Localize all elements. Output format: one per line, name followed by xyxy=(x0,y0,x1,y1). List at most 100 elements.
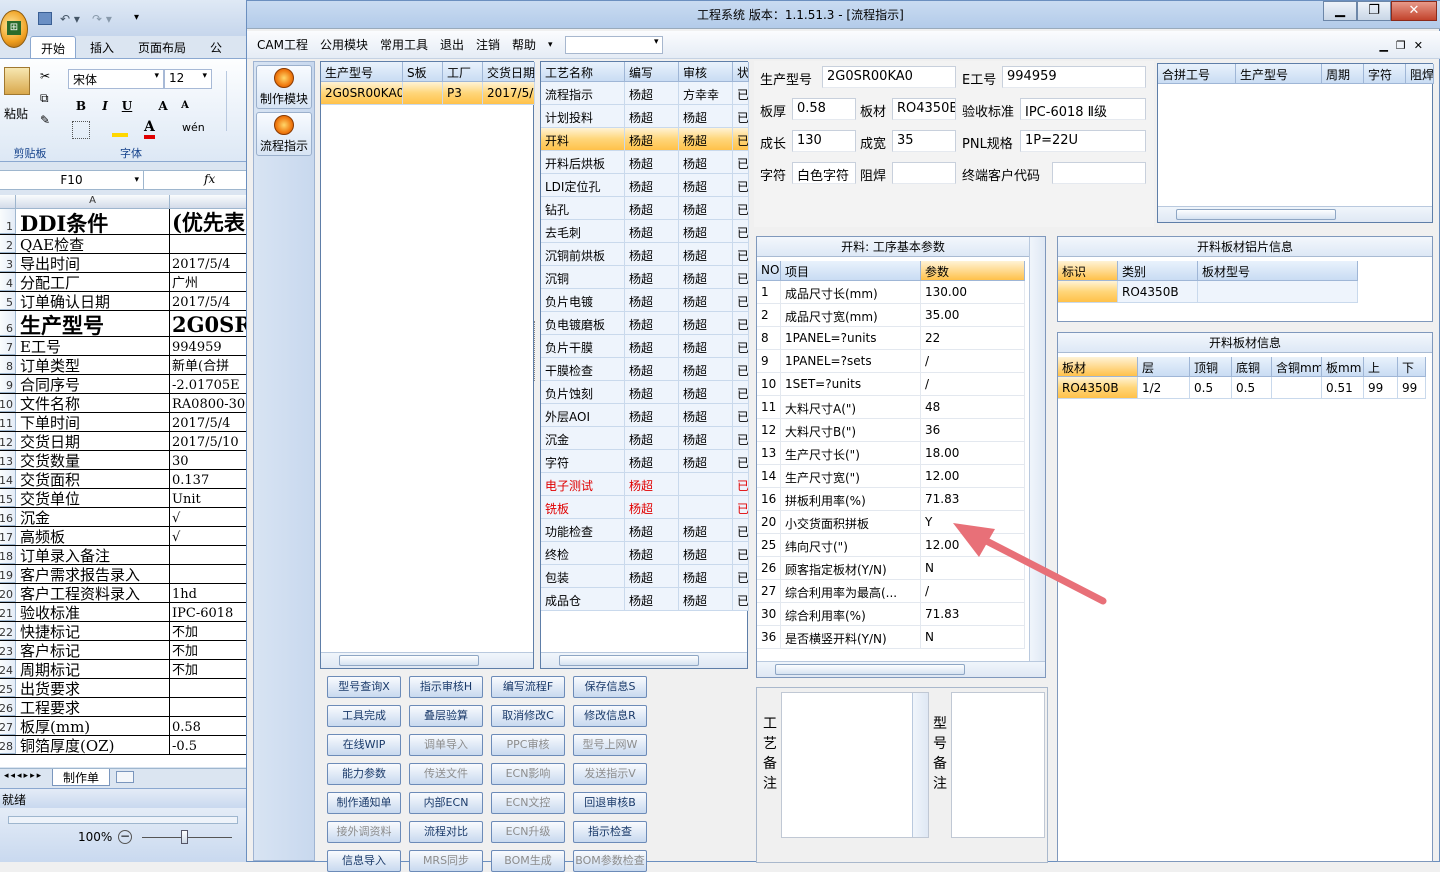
cell-a[interactable]: 沉金 xyxy=(16,508,170,526)
cell-a[interactable]: 交货数量 xyxy=(16,451,170,469)
undo-icon[interactable]: ↶ ▾ xyxy=(60,12,80,26)
cell-b[interactable]: 2017/5/4 xyxy=(170,413,247,431)
cell-b[interactable]: 新单(合拼 xyxy=(170,356,247,374)
cell-b[interactable]: Unit xyxy=(170,489,247,507)
cell-b[interactable]: 不加 xyxy=(170,622,247,640)
grow-font-button[interactable]: A xyxy=(154,97,172,115)
cell-b[interactable]: IPC-6018 xyxy=(170,603,247,621)
new-sheet-icon[interactable] xyxy=(116,771,134,783)
cell-a[interactable]: 工程要求 xyxy=(16,698,170,716)
cell-a[interactable]: 导出时间 xyxy=(16,254,170,272)
cell-a[interactable]: 交货日期 xyxy=(16,432,170,450)
cell-a[interactable]: DDI条件 xyxy=(16,209,170,234)
cell-a[interactable]: 交货面积 xyxy=(16,470,170,488)
column-header-a[interactable]: A xyxy=(16,195,170,209)
font-size-box[interactable]: 12 ▾ xyxy=(164,69,212,89)
row-number[interactable]: 24 xyxy=(0,660,16,678)
paste-icon[interactable] xyxy=(4,67,30,95)
row-number[interactable]: 9 xyxy=(0,375,16,393)
cell-b[interactable]: 0.58 xyxy=(170,717,247,735)
row-number[interactable]: 7 xyxy=(0,337,16,355)
cell-b[interactable]: 不加 xyxy=(170,641,247,659)
font-name-box[interactable]: 宋体 ▾ xyxy=(68,69,164,89)
insert-function-icon[interactable]: fx xyxy=(204,172,215,186)
row-number[interactable]: 13 xyxy=(0,451,16,469)
sheet-tab-production[interactable]: 制作单 xyxy=(52,769,110,786)
paste-label[interactable]: 粘贴 xyxy=(4,105,28,122)
underline-button[interactable]: U xyxy=(118,97,136,115)
row-number[interactable]: 17 xyxy=(0,527,16,545)
row-number[interactable]: 26 xyxy=(0,698,16,716)
fill-color-icon[interactable] xyxy=(112,123,128,137)
cell-b[interactable]: 30 xyxy=(170,451,247,469)
row-number[interactable]: 22 xyxy=(0,622,16,640)
cell-b[interactable] xyxy=(170,235,247,253)
tab-page-layout[interactable]: 页面布局 xyxy=(128,36,196,58)
row-number[interactable]: 4 xyxy=(0,273,16,291)
horizontal-scrollbar[interactable] xyxy=(8,816,238,824)
zoom-level[interactable]: 100% xyxy=(78,830,112,844)
row-number[interactable]: 18 xyxy=(0,546,16,564)
row-number[interactable]: 27 xyxy=(0,717,16,735)
cell-b[interactable]: (优先表 xyxy=(170,209,247,234)
row-number[interactable]: 3 xyxy=(0,254,16,272)
row-number[interactable]: 28 xyxy=(0,736,16,754)
phonetic-icon[interactable]: wén xyxy=(182,121,205,134)
cell-a[interactable]: 订单确认日期 xyxy=(16,292,170,310)
row-number[interactable]: 16 xyxy=(0,508,16,526)
tab-formulas[interactable]: 公 xyxy=(200,36,232,58)
cell-b[interactable]: √ xyxy=(170,527,247,545)
select-all-corner[interactable] xyxy=(0,195,16,209)
cell-b[interactable] xyxy=(170,698,247,716)
row-number[interactable]: 12 xyxy=(0,432,16,450)
cell-b[interactable] xyxy=(170,679,247,697)
copy-icon[interactable]: ⧉ xyxy=(40,91,49,106)
cell-b[interactable]: -2.01705E xyxy=(170,375,247,393)
row-number[interactable]: 8 xyxy=(0,356,16,374)
cell-a[interactable]: 分配工厂 xyxy=(16,273,170,291)
cell-b[interactable]: RA0800-30 xyxy=(170,394,247,412)
border-button[interactable] xyxy=(72,121,90,139)
italic-button[interactable]: I xyxy=(96,97,114,115)
cell-a[interactable]: 生产型号 xyxy=(16,311,170,336)
tab-insert[interactable]: 插入 xyxy=(80,36,124,58)
format-painter-icon[interactable]: ✎ xyxy=(40,113,50,127)
cell-a[interactable]: 客户需求报告录入 xyxy=(16,565,170,583)
row-number[interactable]: 1 xyxy=(0,209,16,234)
cell-a[interactable]: QAE检查 xyxy=(16,235,170,253)
cell-a[interactable]: 下单时间 xyxy=(16,413,170,431)
row-number[interactable]: 21 xyxy=(0,603,16,621)
cell-b[interactable]: 0.137 xyxy=(170,470,247,488)
cell-b[interactable]: 广州 xyxy=(170,273,247,291)
cell-a[interactable]: 验收标准 xyxy=(16,603,170,621)
cell-b[interactable]: 994959 xyxy=(170,337,247,355)
cell-a[interactable]: E工号 xyxy=(16,337,170,355)
cell-a[interactable]: 订单录入备注 xyxy=(16,546,170,564)
row-number[interactable]: 2 xyxy=(0,235,16,253)
cell-b[interactable]: 1hd xyxy=(170,584,247,602)
cell-a[interactable]: 客户工程资料录入 xyxy=(16,584,170,602)
column-header-b[interactable] xyxy=(170,195,247,209)
row-number[interactable]: 11 xyxy=(0,413,16,431)
name-box[interactable]: F10 ▾ xyxy=(0,171,144,189)
row-number[interactable]: 6 xyxy=(0,311,16,336)
bold-button[interactable]: B xyxy=(72,97,90,115)
cell-a[interactable]: 合同序号 xyxy=(16,375,170,393)
redo-icon[interactable]: ↷ ▾ xyxy=(92,12,112,26)
cell-a[interactable]: 高频板 xyxy=(16,527,170,545)
cell-b[interactable] xyxy=(170,546,247,564)
font-color-icon[interactable]: A xyxy=(144,119,155,139)
cell-a[interactable]: 周期标记 xyxy=(16,660,170,678)
row-number[interactable]: 5 xyxy=(0,292,16,310)
cell-b[interactable]: -0.5 xyxy=(170,736,247,754)
row-number[interactable]: 15 xyxy=(0,489,16,507)
shrink-font-button[interactable]: A xyxy=(176,97,194,115)
office-button[interactable]: ⊞ xyxy=(0,10,28,48)
zoom-slider-thumb[interactable] xyxy=(181,830,188,844)
row-number[interactable]: 19 xyxy=(0,565,16,583)
cell-b[interactable]: 2017/5/4 xyxy=(170,292,247,310)
row-number[interactable]: 14 xyxy=(0,470,16,488)
cell-a[interactable]: 快捷标记 xyxy=(16,622,170,640)
cell-b[interactable]: 2017/5/4 xyxy=(170,254,247,272)
cell-b[interactable]: 2017/5/10 xyxy=(170,432,247,450)
